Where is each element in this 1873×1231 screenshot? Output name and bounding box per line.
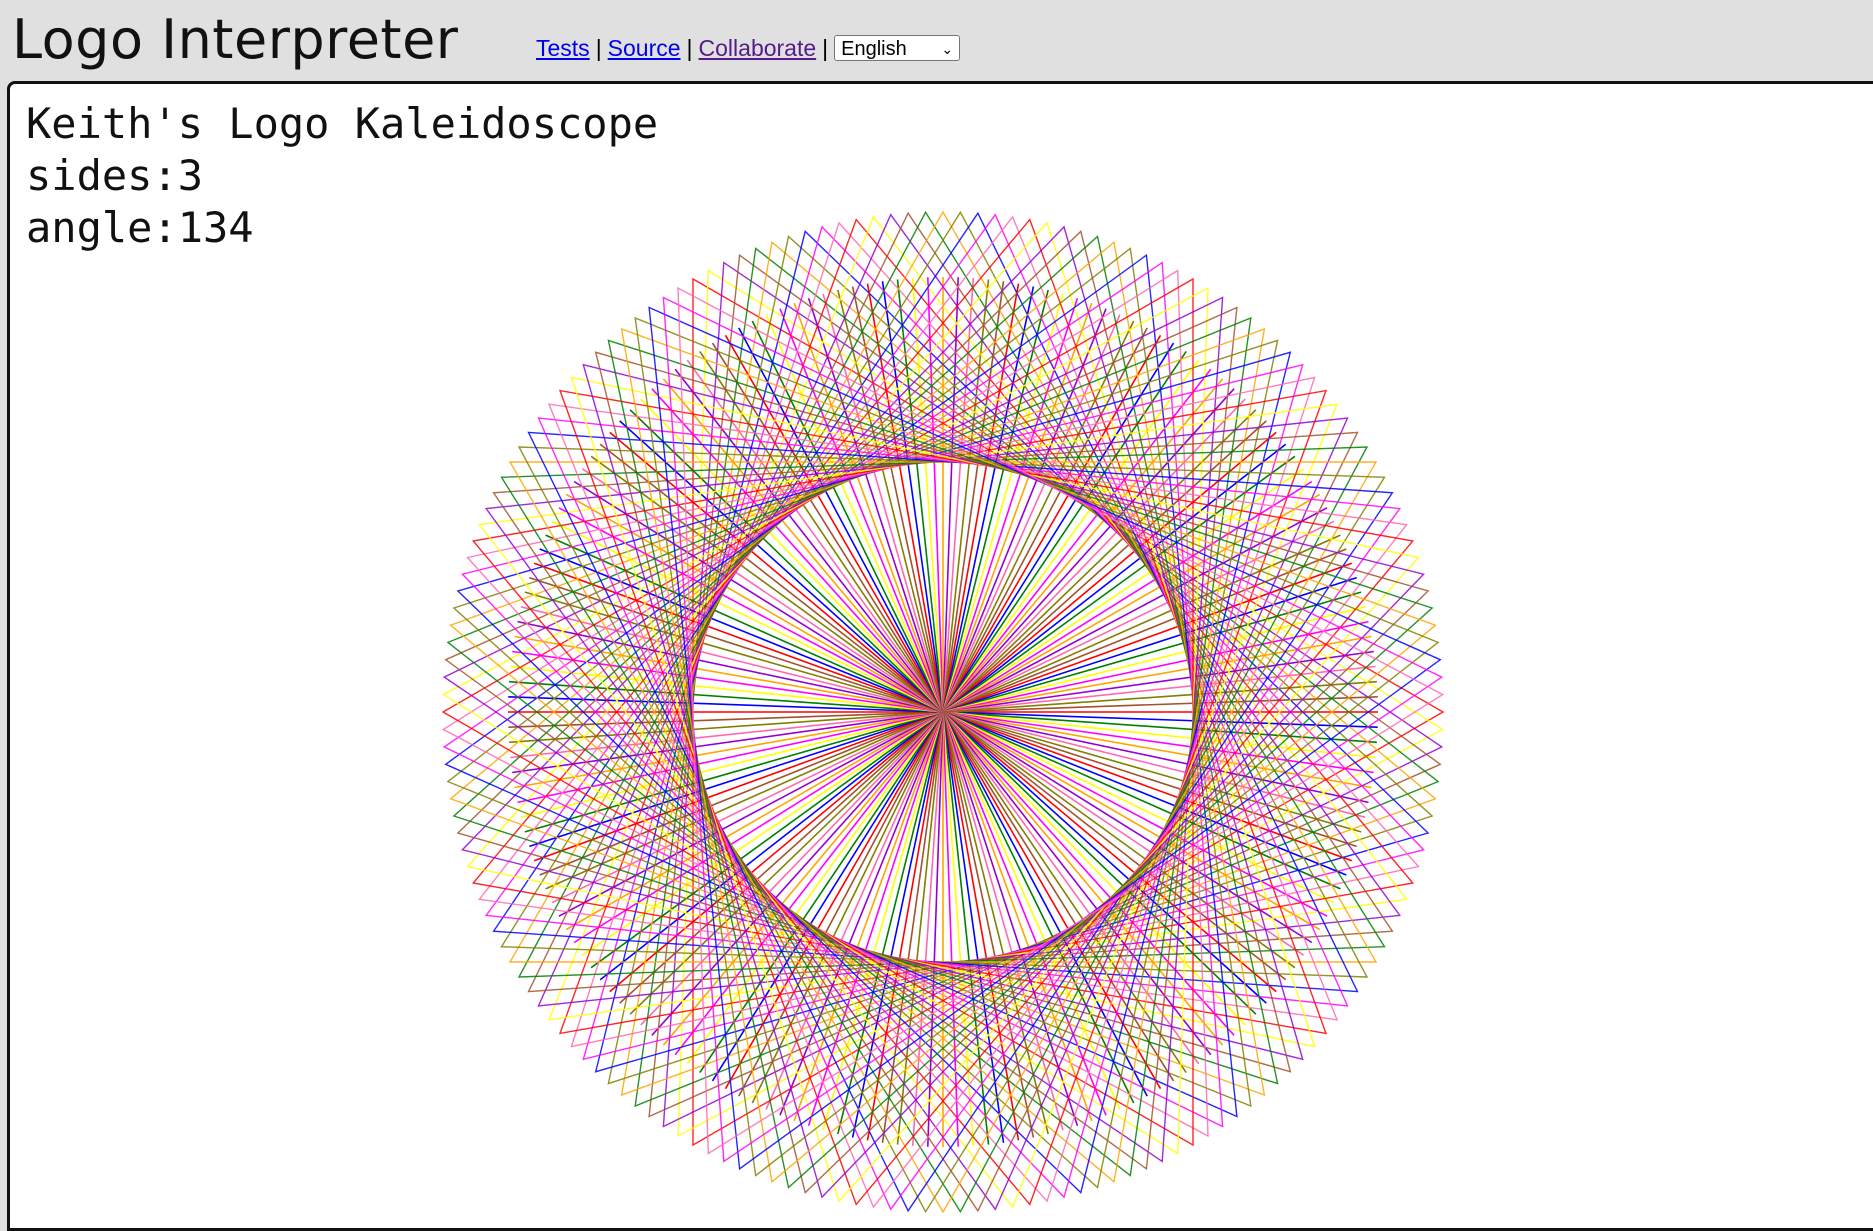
kaleido-spoke [942,455,1296,713]
kaleido-spoke [942,711,1200,1065]
kaleido-spoke [942,359,1200,713]
output-text: Keith's Logo Kaleidoscope sides:3 angle:… [26,98,658,254]
kaleido-spoke [686,359,944,713]
output-line-angle: angle:134 [26,203,254,252]
output-line-sides: sides:3 [26,151,204,200]
kaleido-spoke [942,711,1296,969]
kaleido-spoke [590,455,944,713]
kaleido-spoke [686,711,944,1065]
output-line-title: Keith's Logo Kaleidoscope [26,99,659,148]
kaleido-spoke [590,711,944,969]
